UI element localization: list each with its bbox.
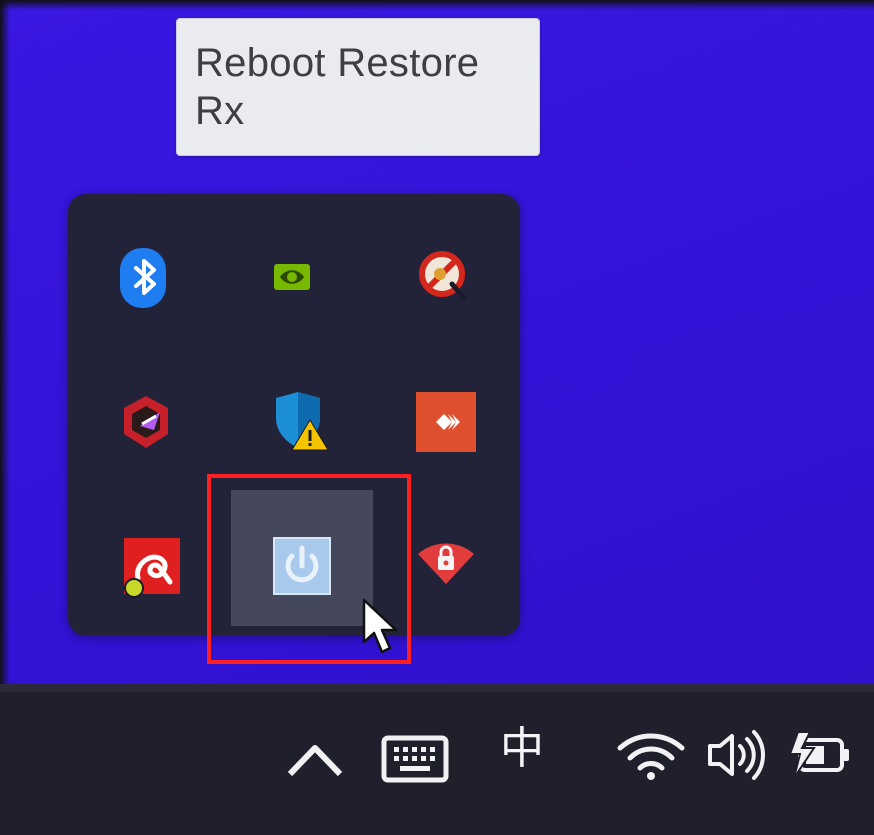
tooltip: Reboot Restore Rx: [176, 18, 540, 156]
wifi-icon[interactable]: [616, 728, 686, 784]
chevron-up-icon[interactable]: ^: [284, 736, 346, 782]
mouse-cursor-icon: [360, 598, 400, 656]
tooltip-line-1: Reboot Restore: [195, 41, 480, 85]
speaker-icon[interactable]: [704, 726, 770, 784]
ime-language-indicator[interactable]: 中: [500, 724, 544, 774]
touch-keyboard-icon[interactable]: [380, 732, 450, 786]
nvidia-icon[interactable]: [264, 246, 328, 310]
graphics-utility-icon[interactable]: [114, 390, 178, 454]
tooltip-line-2: Rx: [195, 89, 245, 133]
network-tool-icon[interactable]: [412, 244, 476, 308]
bluetooth-icon[interactable]: [114, 246, 178, 310]
taskbar: ^ 中: [0, 684, 874, 835]
windows-security-warning-icon[interactable]: [266, 388, 330, 452]
avira-icon[interactable]: [120, 534, 184, 598]
monitor-bezel-top: [0, 0, 874, 10]
taskbar-top-border: [0, 684, 874, 692]
wifi-lock-icon[interactable]: [414, 528, 478, 592]
anydesk-icon[interactable]: [414, 390, 478, 454]
battery-charging-icon[interactable]: [788, 726, 858, 784]
desktop-screen: Reboot Restore Rx 中: [0, 0, 874, 835]
